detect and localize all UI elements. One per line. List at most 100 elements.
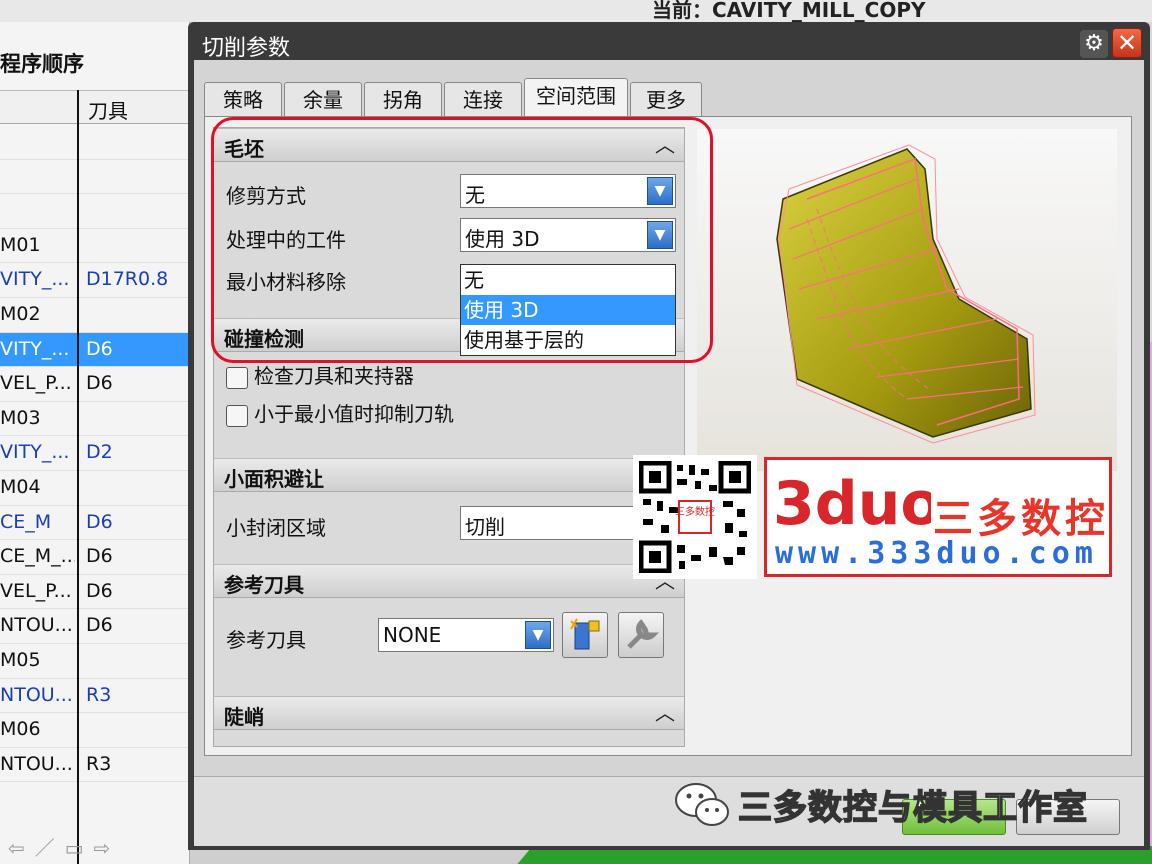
dialog-body: 策略 余量 拐角 连接 空间范围 更多 毛坯 ︿ 修剪方式 无 ▼ 处理中的工件… — [194, 60, 1144, 846]
row-name: CE_M — [0, 510, 52, 533]
navigator-toolbar: ⇦／▭⇨ — [8, 832, 120, 861]
ipw-option-level-based[interactable]: 使用基于层的 — [461, 325, 675, 355]
list-icon[interactable]: ▭ — [65, 836, 94, 860]
table-row[interactable]: CE_M_... D6 — [0, 540, 190, 575]
table-row[interactable]: VITY_... D17R0.8 — [0, 263, 190, 298]
table-row[interactable]: VEL_P... D6 — [0, 575, 190, 610]
gear-icon[interactable]: ⚙ — [1080, 30, 1108, 58]
row-tool: D6 — [86, 579, 113, 602]
group-ref-tool-body: 参考刀具 NONE ▼ — [214, 598, 684, 688]
table-row[interactable] — [0, 194, 190, 229]
table-row[interactable] — [0, 125, 190, 160]
tab-strategy[interactable]: 策略 — [204, 82, 282, 116]
ipw-option-3d[interactable]: 使用 3D — [461, 295, 675, 325]
table-row[interactable]: NTOU... D6 — [0, 609, 190, 644]
row-name: VITY_... — [0, 441, 70, 464]
table-row[interactable]: M01 — [0, 229, 190, 264]
pencil-icon[interactable]: ／ — [35, 836, 65, 860]
new-tool-button[interactable] — [562, 612, 608, 658]
table-row[interactable]: M04 — [0, 471, 190, 506]
arrow-right-icon[interactable]: ⇨ — [94, 836, 121, 860]
table-row[interactable]: VITY_... D2 — [0, 436, 190, 471]
preview-image — [697, 129, 1117, 471]
suppress-checkbox[interactable] — [226, 404, 248, 427]
table-row[interactable]: CE_M D6 — [0, 506, 190, 541]
tab-panel-containment: 毛坯 ︿ 修剪方式 无 ▼ 处理中的工件 使用 3D ▼ 最小材料移除 无 使用… — [204, 116, 1132, 756]
table-row[interactable]: M03 — [0, 402, 190, 437]
table-row[interactable]: NTOU... R3 — [0, 679, 190, 714]
trim-value: 无 — [465, 183, 485, 207]
row-name: VEL_P... — [0, 372, 72, 395]
group-title: 陡峭 — [224, 705, 264, 729]
tab-more[interactable]: 更多 — [630, 82, 702, 116]
group-title: 毛坯 — [224, 137, 264, 161]
tab-containment[interactable]: 空间范围 — [524, 78, 628, 118]
column-divider[interactable] — [77, 90, 79, 864]
row-tool: D6 — [86, 337, 113, 360]
group-blank-header[interactable]: 毛坯 ︿ — [214, 128, 684, 162]
brand-logo-text: 3duo — [773, 469, 931, 536]
wechat-watermark: 三多数控与模具工作室 — [672, 776, 1088, 837]
row-name: M03 — [0, 406, 41, 429]
ipw-value: 使用 3D — [465, 227, 540, 251]
row-name: VITY_... — [0, 337, 70, 360]
qr-code-image: 三多数控 — [638, 460, 752, 574]
column-header-tool[interactable]: 刀具 — [88, 95, 128, 124]
ipw-option-none[interactable]: 无 — [461, 265, 675, 295]
arrow-left-icon[interactable]: ⇦ — [8, 836, 35, 860]
table-row-selected[interactable]: VITY_... D6 — [0, 332, 190, 368]
collapse-icon[interactable]: ︿ — [650, 131, 680, 159]
chevron-down-icon[interactable]: ▼ — [525, 621, 551, 649]
chevron-down-icon[interactable]: ▼ — [647, 221, 673, 249]
chevron-down-icon[interactable]: ▼ — [647, 177, 673, 205]
check-holder-row: 检查刀具和夹持器 — [226, 360, 414, 389]
row-name: M01 — [0, 233, 41, 256]
ipw-select[interactable]: 使用 3D ▼ — [460, 218, 676, 252]
group-small-area-body: 小封闭区域 切削 ▼ — [214, 492, 684, 556]
row-name: M05 — [0, 648, 41, 671]
table-row[interactable]: M05 — [0, 644, 190, 679]
current-operation-label: 当前：CAVITY_MILL_COPY — [652, 0, 926, 22]
group-ref-tool-header[interactable]: 参考刀具 ︿ — [214, 564, 684, 598]
tab-connections[interactable]: 连接 — [444, 82, 522, 116]
ref-tool-value: NONE — [383, 623, 442, 647]
ref-tool-select[interactable]: NONE ▼ — [378, 618, 554, 652]
table-row[interactable]: M06 — [0, 713, 190, 748]
group-title: 参考刀具 — [224, 573, 304, 597]
row-name: NTOU... — [0, 614, 73, 637]
edit-tool-button[interactable] — [618, 612, 664, 658]
row-tool: D6 — [86, 510, 113, 533]
suppress-label: 小于最小值时抑制刀轨 — [254, 402, 454, 426]
row-tool: D2 — [86, 441, 113, 464]
table-row[interactable]: VEL_P... D6 — [0, 367, 190, 402]
row-name: M04 — [0, 475, 41, 498]
trim-select[interactable]: 无 ▼ — [460, 174, 676, 208]
min-removal-label: 最小材料移除 — [226, 270, 346, 294]
table-row[interactable] — [0, 160, 190, 195]
small-area-value: 切削 — [465, 515, 505, 539]
trim-label: 修剪方式 — [226, 184, 306, 208]
table-row[interactable]: NTOU... R3 — [0, 748, 190, 783]
cutting-parameters-dialog: 切削参数 ⚙ ✕ 策略 余量 拐角 连接 空间范围 更多 毛坯 ︿ 修剪方式 无 — [188, 22, 1150, 850]
new-tool-icon — [570, 618, 600, 650]
collapse-icon[interactable]: ︿ — [650, 699, 680, 727]
navigator-title: 程序顺序 — [0, 52, 84, 76]
tab-stock[interactable]: 余量 — [284, 82, 362, 116]
close-icon[interactable]: ✕ — [1112, 28, 1142, 58]
qr-code: 三多数控 — [633, 455, 757, 579]
table-row[interactable]: M02 — [0, 298, 190, 333]
check-holder-label: 检查刀具和夹持器 — [254, 364, 414, 388]
parameter-groups: 毛坯 ︿ 修剪方式 无 ▼ 处理中的工件 使用 3D ▼ 最小材料移除 无 使用… — [213, 127, 685, 747]
dialog-title: 切削参数 — [202, 36, 291, 61]
row-name: NTOU... — [0, 683, 73, 706]
group-steep-header[interactable]: 陡峭 ︿ — [214, 696, 684, 730]
tab-corners[interactable]: 拐角 — [364, 82, 442, 116]
operation-navigator: 程序顺序 刀具 M01 VITY_... D17R0.8 M02 VITY_...… — [0, 22, 190, 864]
row-name: M06 — [0, 718, 41, 741]
group-small-area-header[interactable]: 小面积避让 ︿ — [214, 458, 684, 492]
row-name: CE_M_... — [0, 545, 75, 568]
ref-tool-label: 参考刀具 — [226, 628, 306, 652]
row-tool: R3 — [86, 683, 112, 706]
brand-watermark: 3duo 三多数控 www.333duo.com — [764, 457, 1112, 577]
check-holder-checkbox[interactable] — [226, 366, 248, 389]
